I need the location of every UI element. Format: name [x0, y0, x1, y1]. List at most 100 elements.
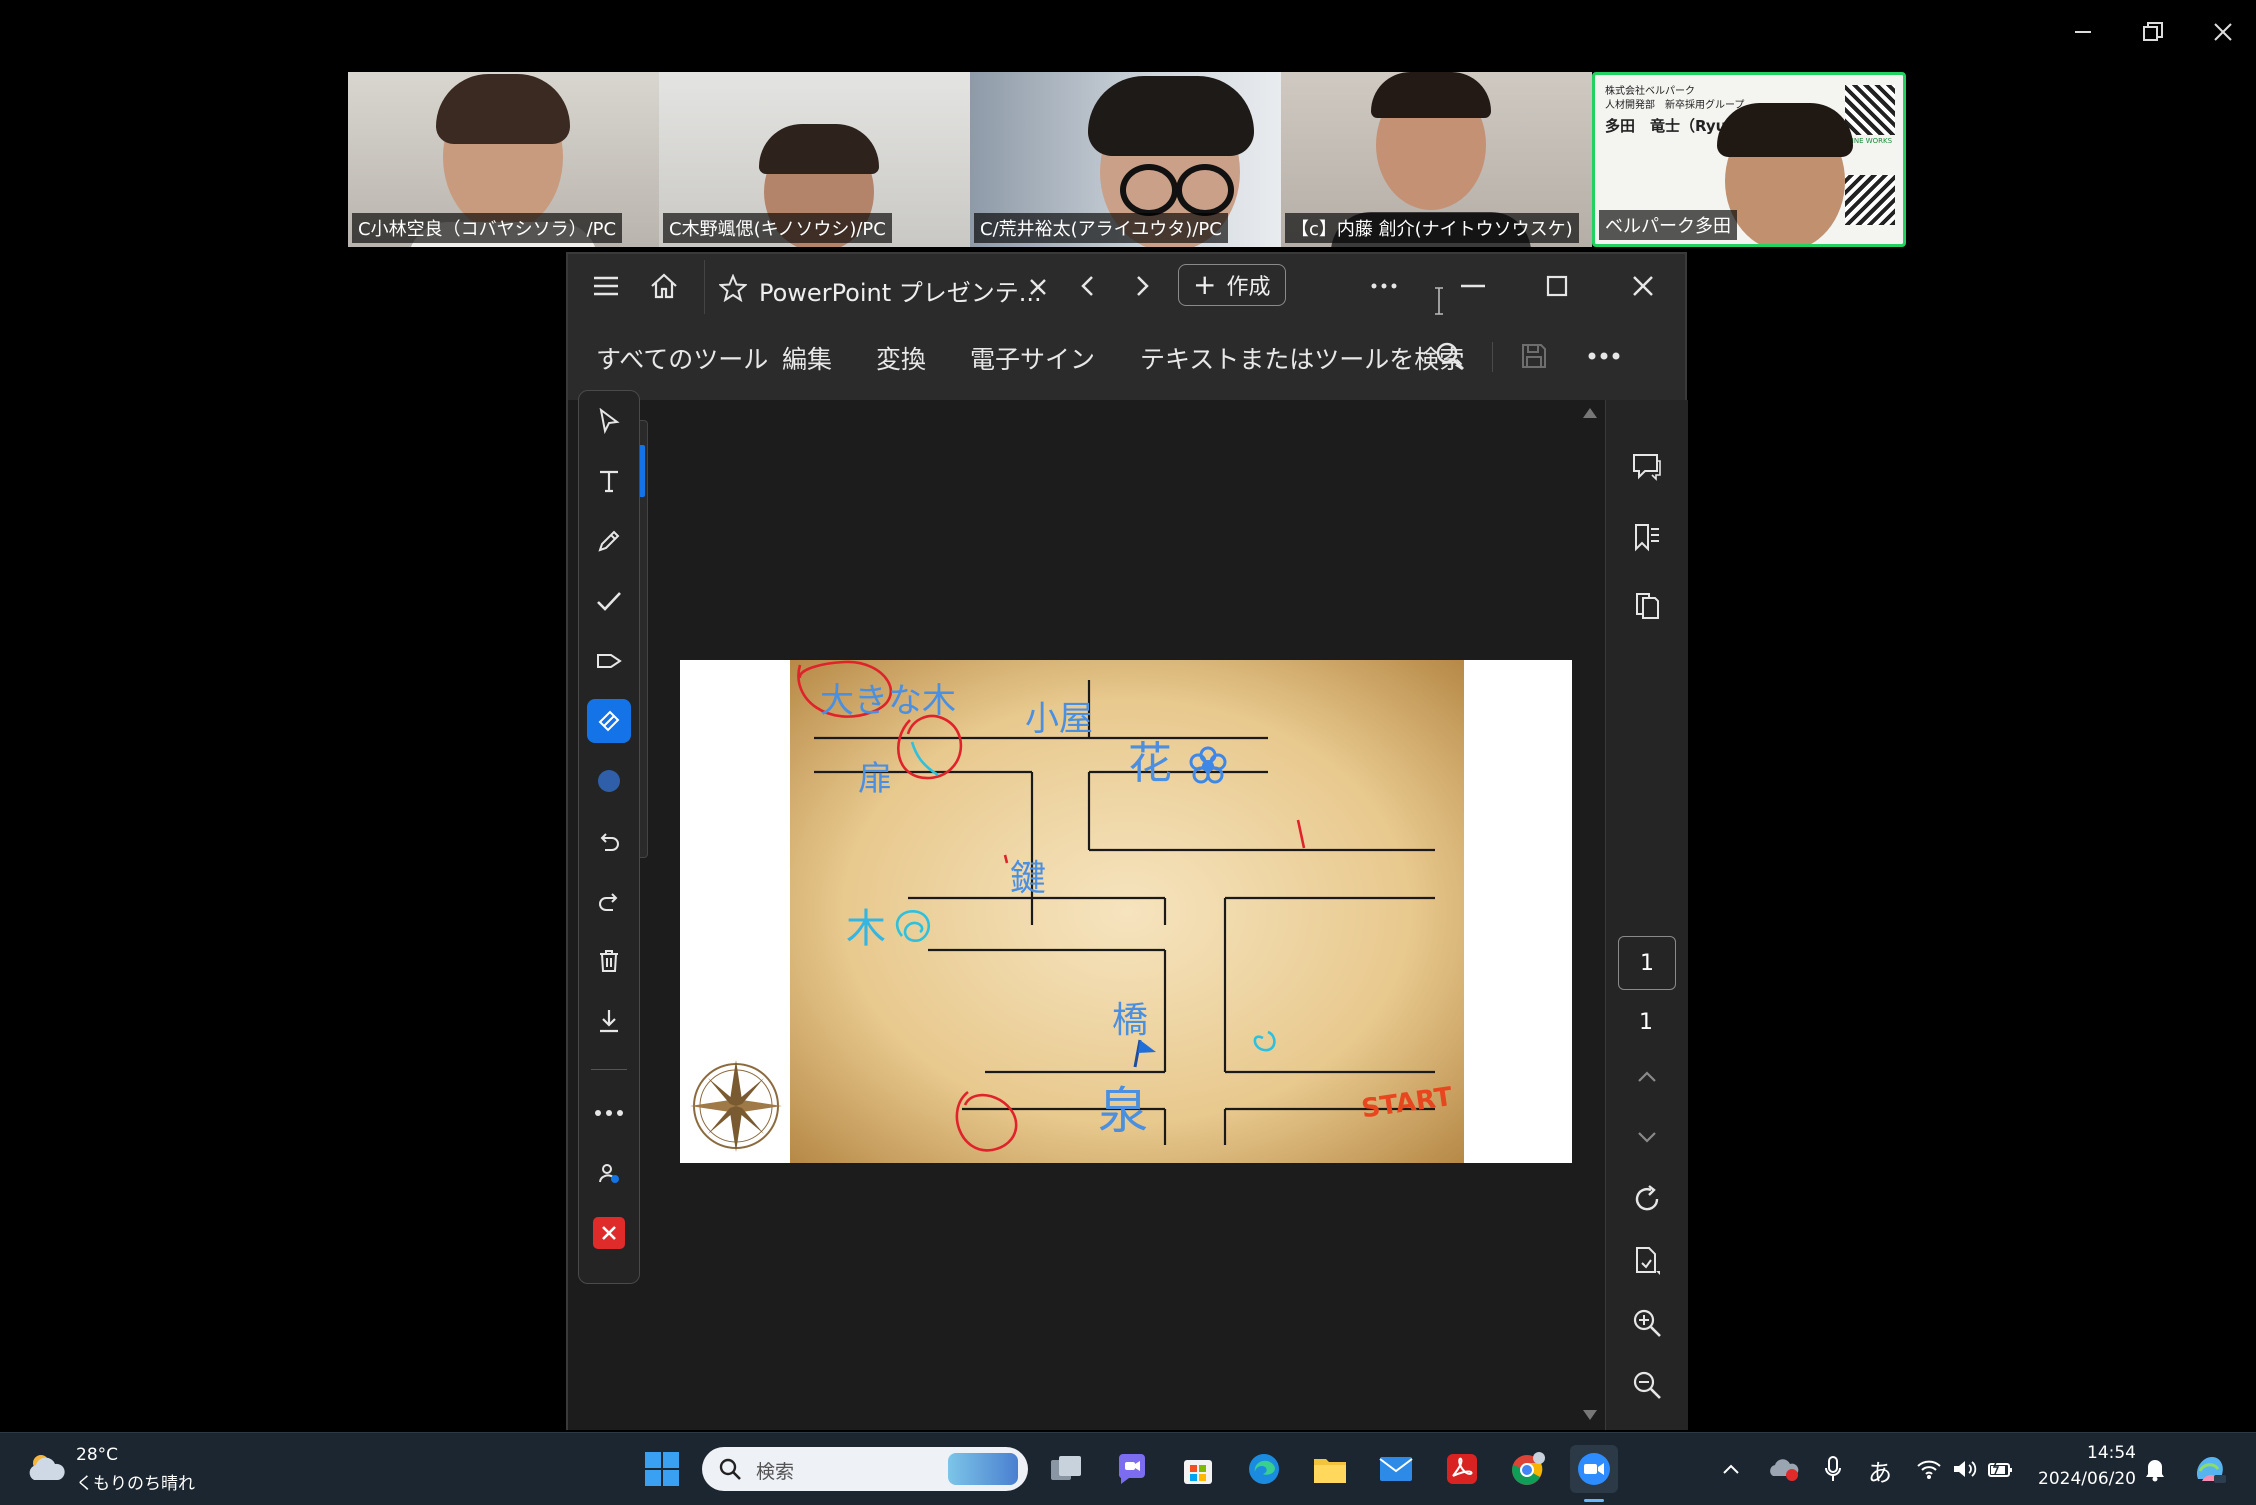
user-settings-icon[interactable] [587, 1151, 631, 1195]
create-label: 作成 [1226, 275, 1271, 300]
microphone-icon[interactable] [1818, 1445, 1848, 1493]
qr-code-icon [1845, 175, 1895, 225]
more-horizontal-icon[interactable] [1584, 336, 1624, 376]
edge-browser-icon[interactable] [1240, 1445, 1288, 1493]
zoom-out-icon[interactable] [1620, 1358, 1674, 1412]
document-tab-title: PowerPoint プレゼンテ... [759, 279, 1042, 307]
close-tray-icon[interactable] [587, 1211, 631, 1255]
weather-cloud-icon[interactable] [24, 1447, 68, 1487]
rotate-icon[interactable] [1620, 1172, 1674, 1226]
slide-page[interactable]: 大きな木 小屋 花 扉 鍵 木 橋 泉 START [680, 660, 1572, 1163]
chrome-icon[interactable] [1504, 1445, 1552, 1493]
more-horizontal-icon[interactable] [587, 1091, 631, 1135]
chevron-up-icon[interactable] [1716, 1445, 1746, 1493]
participant-tile[interactable]: C小林空良（コバヤシソラ）/PC [348, 72, 659, 247]
taskbar-search-box[interactable]: 検索 [702, 1447, 1028, 1491]
pages-icon[interactable] [1620, 578, 1674, 632]
chevron-right-icon[interactable] [1126, 268, 1160, 304]
page-up-icon[interactable] [1620, 1050, 1674, 1104]
restore-icon[interactable] [2133, 14, 2173, 50]
microsoft-store-icon[interactable] [1174, 1445, 1222, 1493]
weather-description[interactable]: くもりのち晴れ [76, 1469, 195, 1494]
windows-taskbar: 28°C くもりのち晴れ 検索 あ 14:54 2024/06/20 [0, 1432, 2256, 1505]
label-door: 扉 [858, 759, 892, 799]
save-icon[interactable] [1514, 336, 1554, 376]
clock-date[interactable]: 2024/06/20 [2026, 1469, 2136, 1489]
shape-arrow-icon[interactable] [587, 639, 631, 683]
minimize-icon[interactable] [2063, 14, 2103, 50]
tab-esign[interactable]: 電子サイン [970, 340, 1095, 376]
page-down-icon[interactable] [1620, 1110, 1674, 1164]
mail-icon[interactable] [1372, 1445, 1420, 1493]
tray-divider [591, 1069, 627, 1070]
speaker-icon[interactable] [1950, 1445, 1980, 1493]
battery-icon[interactable] [1986, 1445, 2016, 1493]
maximize-icon[interactable] [1532, 266, 1582, 306]
comment-icon[interactable] [1620, 440, 1674, 494]
chat-app-icon[interactable] [1108, 1445, 1156, 1493]
zoom-app-icon[interactable] [1570, 1445, 1618, 1493]
participant-name: C木野颯偲(キノソウシ)/PC [663, 213, 892, 243]
download-icon[interactable] [587, 999, 631, 1043]
search-tools-field[interactable]: テキストまたはツールを検索 [1140, 340, 1464, 376]
clock-time[interactable]: 14:54 [2036, 1443, 2136, 1463]
eraser-icon[interactable] [587, 699, 631, 743]
copilot-icon[interactable] [2186, 1445, 2234, 1493]
page-extract-icon[interactable] [1620, 1234, 1674, 1288]
windows-start-icon[interactable] [638, 1445, 686, 1493]
minimize-icon[interactable] [1448, 266, 1498, 306]
label-flower: 花 [1128, 738, 1172, 789]
task-view-icon[interactable] [1042, 1445, 1090, 1493]
treasure-map: 大きな木 小屋 花 扉 鍵 木 橋 泉 START [690, 660, 1464, 1163]
search-icon [716, 1455, 744, 1483]
star-icon[interactable] [715, 270, 751, 306]
annotation-toolbar [578, 390, 640, 1284]
tab-all-tools[interactable]: すべてのツール [596, 340, 768, 376]
trash-icon[interactable] [587, 939, 631, 983]
checkmark-icon[interactable] [587, 579, 631, 623]
tab-convert[interactable]: 変換 [876, 340, 926, 376]
select-arrow-icon[interactable] [587, 399, 631, 443]
pencil-icon[interactable] [587, 519, 631, 563]
scroll-down-arrow-icon[interactable] [1582, 1406, 1598, 1426]
page-number-input[interactable]: 1 [1618, 936, 1676, 990]
color-picker-icon[interactable] [587, 759, 631, 803]
label-spring: 泉 [1098, 1082, 1148, 1140]
home-icon[interactable] [642, 266, 686, 306]
notification-bell-icon[interactable] [2140, 1445, 2170, 1493]
scroll-up-arrow-icon[interactable] [1582, 404, 1598, 424]
chevron-left-icon[interactable] [1070, 268, 1104, 304]
acrobat-app-icon[interactable] [1438, 1445, 1486, 1493]
close-icon[interactable] [1618, 266, 1668, 306]
participant-tile[interactable]: C木野颯偲(キノソウシ)/PC [659, 72, 970, 247]
ime-indicator[interactable]: あ [1868, 1453, 1892, 1488]
close-icon[interactable] [2203, 14, 2243, 50]
redo-icon[interactable] [587, 879, 631, 923]
label-key: 鍵 [1010, 858, 1046, 899]
undo-icon[interactable] [587, 819, 631, 863]
text-tool-icon[interactable] [587, 459, 631, 503]
bookmark-icon[interactable] [1620, 510, 1674, 564]
wifi-icon[interactable] [1914, 1445, 1944, 1493]
create-button[interactable]: + 作成 [1178, 264, 1286, 306]
participant-tile-active-speaker[interactable]: 株式会社ベルパーク 人材開発部 新卒採用グループ 多田 竜士（Ryuji LIN… [1592, 72, 1906, 247]
file-explorer-icon[interactable] [1306, 1445, 1354, 1493]
qr-code-icon [1845, 85, 1895, 135]
document-tab[interactable]: PowerPoint プレゼンテ... [704, 260, 1057, 314]
hamburger-menu-icon[interactable] [586, 266, 626, 306]
zoom-in-icon[interactable] [1620, 1296, 1674, 1350]
label-hut: 小屋 [1025, 699, 1093, 739]
more-horizontal-icon[interactable] [1364, 268, 1404, 304]
participant-name: C小林空良（コバヤシソラ）/PC [352, 213, 623, 243]
plus-icon: + [1193, 268, 1217, 301]
participant-name: ベルパーク多田 [1599, 210, 1737, 240]
search-icon[interactable] [1430, 336, 1470, 376]
participant-tile[interactable]: C/荒井裕太(アライユウタ)/PC [970, 72, 1281, 247]
participant-name: C/荒井裕太(アライユウタ)/PC [974, 213, 1228, 243]
cloud-error-icon[interactable] [1766, 1445, 1802, 1493]
tab-edit[interactable]: 編集 [782, 340, 832, 376]
participant-tile[interactable]: 【c】内藤 創介(ナイトウソウスケ) [1281, 72, 1592, 247]
label-bridge: 橋 [1112, 1000, 1148, 1041]
weather-temperature[interactable]: 28°C [76, 1445, 118, 1465]
close-tab-icon[interactable] [1023, 272, 1053, 302]
